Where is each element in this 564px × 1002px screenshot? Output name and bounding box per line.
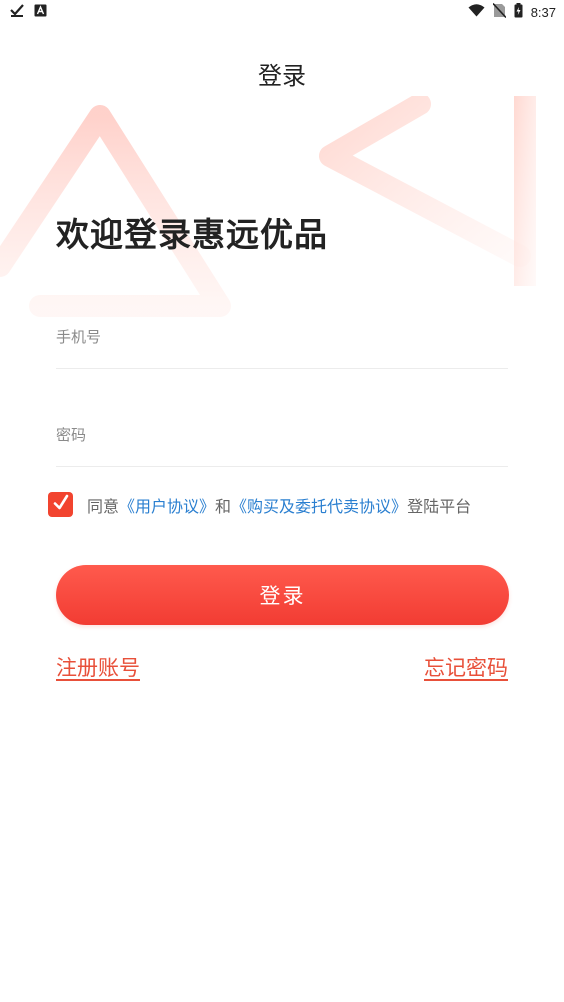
- agreement-row: 同意 《用户协议》 和 《购买及委托代卖协议》 登陆平台: [48, 492, 471, 517]
- login-screen: 8:37 登录 欢迎登录惠远优品 手机号 同意 《用户协议》 和 《购买及委托代…: [0, 0, 564, 1002]
- password-field-wrapper: [56, 416, 508, 467]
- status-left: [10, 3, 47, 21]
- welcome-heading: 欢迎登录惠远优品: [56, 215, 328, 254]
- no-sim-icon: [492, 2, 507, 22]
- agreement-suffix: 登陆平台: [407, 496, 472, 516]
- status-time: 8:37: [530, 4, 556, 20]
- status-right: 8:37: [468, 2, 556, 22]
- wifi-icon: [468, 3, 485, 21]
- a-app-icon: [34, 4, 47, 21]
- agreement-checkbox[interactable]: [48, 492, 73, 517]
- user-agreement-link[interactable]: 《用户协议》: [119, 493, 215, 517]
- page-title: 登录: [258, 62, 306, 90]
- agreement-and: 和: [215, 496, 232, 516]
- battery-charging-icon: [514, 2, 523, 22]
- register-link[interactable]: 注册账号: [56, 652, 140, 682]
- password-input[interactable]: [56, 420, 508, 450]
- agreement-prefix: 同意: [87, 496, 120, 516]
- check-icon: [52, 494, 70, 516]
- purchase-agreement-link[interactable]: 《购买及委托代卖协议》: [231, 493, 407, 517]
- forgot-password-link[interactable]: 忘记密码: [424, 652, 508, 682]
- phone-field-wrapper: [56, 318, 508, 369]
- download-done-icon: [10, 3, 24, 21]
- status-bar: 8:37: [0, 0, 564, 24]
- login-button[interactable]: 登录: [56, 565, 509, 625]
- phone-input[interactable]: [56, 322, 508, 352]
